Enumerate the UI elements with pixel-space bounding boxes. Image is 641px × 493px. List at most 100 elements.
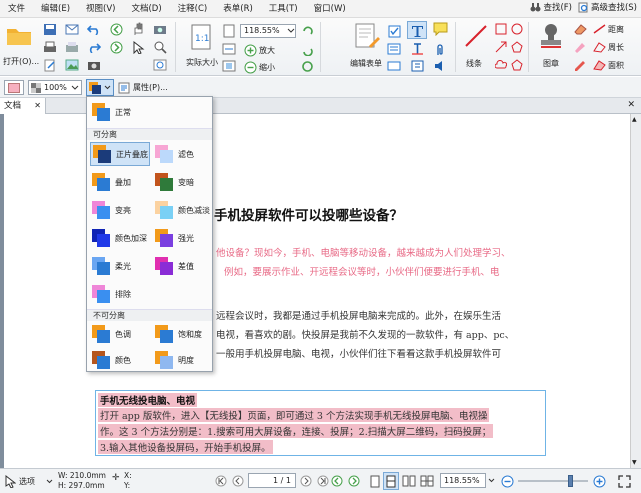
menu-file[interactable]: 文件 [0, 0, 33, 18]
blend-soft-light[interactable]: 柔光 [90, 254, 150, 278]
blend-exclusion[interactable]: 排除 [90, 282, 150, 306]
chevron-down-icon[interactable] [46, 479, 53, 484]
forward-icon[interactable] [108, 40, 124, 54]
chevron-down-icon[interactable] [488, 478, 495, 483]
actual-size-button[interactable]: 1:1 [189, 24, 213, 50]
pencil-icon[interactable] [572, 58, 588, 72]
back-icon[interactable] [108, 22, 124, 36]
continuous-view-icon[interactable] [383, 472, 399, 490]
continuous-facing-view-icon[interactable] [419, 473, 435, 489]
close-icon[interactable]: ✕ [627, 100, 635, 110]
blend-difference[interactable]: 差值 [153, 254, 211, 278]
polygon-icon[interactable] [510, 40, 524, 54]
distance-icon[interactable] [592, 22, 606, 36]
zoom-out-label[interactable]: 缩小 [259, 62, 275, 73]
menu-comment[interactable]: 注释(C) [170, 0, 216, 18]
blend-screen[interactable]: 滤色 [153, 142, 211, 166]
facing-view-icon[interactable] [401, 473, 417, 489]
status-zoom-out-icon[interactable] [499, 473, 515, 489]
zoom-tool-icon[interactable] [152, 40, 168, 54]
distance-label[interactable]: 距离 [608, 24, 624, 35]
single-page-view-icon[interactable] [368, 473, 382, 489]
checkbox-field-icon[interactable] [386, 24, 402, 38]
zoom-in-icon[interactable] [243, 43, 257, 57]
blend-luminosity[interactable]: 明度 [153, 348, 211, 372]
cloud-icon[interactable] [494, 58, 508, 72]
callout-icon[interactable] [408, 59, 426, 73]
fill-color-button[interactable] [4, 80, 24, 95]
rectangle-icon[interactable] [494, 22, 508, 36]
loupe-icon[interactable] [152, 58, 168, 72]
blend-saturation[interactable]: 饱和度 [153, 322, 211, 346]
blend-color[interactable]: 颜色 [90, 348, 150, 372]
zoom-slider-track[interactable] [518, 480, 588, 482]
close-icon[interactable]: ✕ [34, 98, 41, 114]
list-field-icon[interactable] [386, 42, 402, 56]
sound-icon[interactable] [431, 59, 449, 73]
vertical-scrollbar[interactable]: ▲ ▼ [630, 114, 641, 468]
select-options[interactable]: 选项 [19, 476, 35, 487]
blend-multiply[interactable]: 正片叠底 [90, 142, 150, 166]
properties-button[interactable]: 属性(P)... [118, 80, 176, 95]
export-icon[interactable] [42, 58, 58, 72]
arrow-icon[interactable] [494, 40, 508, 54]
menu-view[interactable]: 视图(V) [78, 0, 123, 18]
perimeter-icon[interactable] [592, 40, 606, 54]
note-icon[interactable] [431, 21, 449, 37]
fit-visible-icon[interactable] [222, 59, 236, 73]
status-zoom-field[interactable]: 118.55% [440, 473, 486, 488]
scroll-down-icon[interactable]: ▼ [632, 459, 637, 466]
fit-width-icon[interactable] [222, 42, 236, 56]
open-button[interactable] [4, 22, 34, 48]
menu-tools[interactable]: 工具(T) [261, 0, 306, 18]
status-zoom-in-icon[interactable] [591, 473, 607, 489]
selected-annotation-box[interactable]: 手机无线投电脑、电视 打开 app 版软件，进入【无线投】页面，即可通过 3 个… [95, 390, 546, 456]
line-button[interactable] [462, 22, 490, 50]
snapshot-icon[interactable] [86, 58, 102, 72]
image-icon[interactable] [64, 58, 80, 72]
combo-field-icon[interactable] [386, 59, 402, 73]
next-page-icon[interactable] [299, 474, 313, 488]
redo-icon[interactable] [86, 40, 102, 54]
advanced-find-button[interactable]: 高级查找(S) [578, 1, 637, 13]
menu-edit[interactable]: 编辑(E) [33, 0, 78, 18]
page-number-field[interactable]: 1 / 1 [248, 473, 296, 488]
hand-icon[interactable] [130, 22, 146, 36]
blend-color-burn[interactable]: 颜色加深 [90, 226, 150, 250]
select-tool-icon[interactable] [3, 474, 17, 488]
tab-document[interactable]: 文档 ✕ [0, 98, 46, 114]
perimeter-label[interactable]: 周长 [608, 42, 624, 53]
nav-back-icon[interactable] [330, 474, 344, 488]
attach-icon[interactable] [431, 42, 449, 56]
email-icon[interactable] [64, 22, 80, 36]
fullscreen-icon[interactable] [616, 473, 632, 489]
blend-lighten[interactable]: 变亮 [90, 198, 150, 222]
area-icon[interactable] [592, 58, 606, 72]
edit-form-button[interactable] [352, 22, 382, 50]
zoom-slider-handle[interactable] [568, 475, 573, 487]
select-text-icon[interactable] [130, 40, 146, 54]
last-page-icon[interactable] [316, 474, 330, 488]
rotate-left-icon[interactable] [300, 42, 314, 56]
refresh-icon[interactable] [300, 59, 314, 73]
menu-document[interactable]: 文档(D) [123, 0, 169, 18]
zoom-in-label[interactable]: 放大 [259, 45, 275, 56]
blend-overlay[interactable]: 叠加 [90, 170, 150, 194]
find-button[interactable]: 查找(F) [530, 1, 572, 13]
area-label[interactable]: 面积 [608, 60, 624, 71]
eraser-icon[interactable] [572, 22, 588, 36]
blend-hue[interactable]: 色调 [90, 322, 150, 346]
first-page-icon[interactable] [214, 474, 228, 488]
undo-icon[interactable] [86, 22, 102, 36]
nav-forward-icon[interactable] [347, 474, 361, 488]
opacity-select[interactable]: 100% [28, 80, 82, 95]
blend-color-dodge[interactable]: 颜色减淡 [153, 198, 211, 222]
camera-icon[interactable] [152, 22, 168, 36]
prev-page-icon[interactable] [231, 474, 245, 488]
pentagon-icon[interactable] [510, 58, 524, 72]
scroll-up-icon[interactable]: ▲ [632, 116, 637, 123]
save-icon[interactable] [42, 22, 58, 36]
chevron-down-icon[interactable] [285, 25, 297, 37]
typewriter-icon[interactable] [407, 21, 427, 39]
text-box-icon[interactable] [408, 42, 426, 56]
